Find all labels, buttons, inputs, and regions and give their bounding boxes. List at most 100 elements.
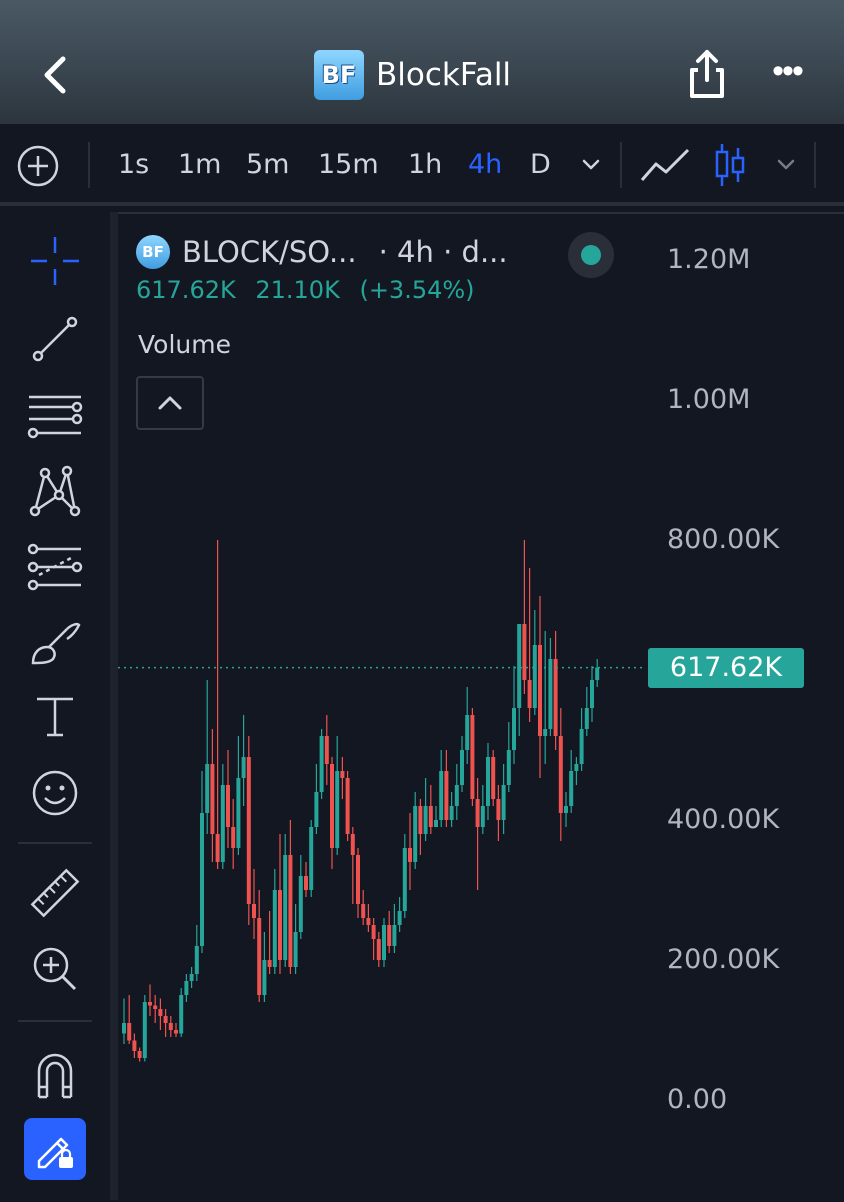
candle xyxy=(548,638,553,736)
tool-brush[interactable] xyxy=(20,608,90,678)
candle-body xyxy=(517,624,522,708)
candle-body xyxy=(408,848,412,862)
chart-panel[interactable]: BF BLOCK/SO... · 4h · d... 617.62K 21.10… xyxy=(118,212,844,1200)
candle-body xyxy=(590,680,594,708)
candle-body xyxy=(194,946,199,974)
chart-type-dropdown[interactable] xyxy=(775,155,797,175)
candle-body xyxy=(423,806,428,834)
candle-body xyxy=(501,785,506,820)
tool-horizontal-lines[interactable] xyxy=(20,380,90,450)
candle-body xyxy=(538,645,542,736)
candle xyxy=(272,869,277,974)
tool-text[interactable] xyxy=(20,682,90,752)
candle xyxy=(288,820,293,974)
interval-1m[interactable]: 1m xyxy=(178,124,221,206)
candlestick-chart[interactable] xyxy=(118,214,844,1202)
candle-body xyxy=(532,645,537,708)
candle xyxy=(319,729,324,799)
interval-1s[interactable]: 1s xyxy=(118,124,149,206)
plus-circle-icon xyxy=(17,145,59,187)
candle-body xyxy=(137,1051,142,1058)
candle-body xyxy=(564,806,568,813)
tool-fib[interactable] xyxy=(20,532,90,602)
volume-indicator-label[interactable]: Volume xyxy=(138,330,231,359)
candle-body xyxy=(387,925,392,946)
candle xyxy=(553,631,558,750)
pattern-icon xyxy=(29,465,81,517)
candle xyxy=(309,820,314,897)
candle xyxy=(491,750,496,806)
candle xyxy=(413,792,418,869)
candle xyxy=(262,932,267,1002)
interval-dropdown[interactable] xyxy=(580,155,602,175)
tool-emoji[interactable] xyxy=(20,758,90,828)
candle xyxy=(376,932,381,967)
magnet-icon xyxy=(37,1053,73,1099)
candle-body xyxy=(376,939,381,960)
candle-body xyxy=(444,771,449,820)
tool-zoom[interactable] xyxy=(20,934,90,1004)
app-title: BlockFall xyxy=(376,57,512,93)
interval-D[interactable]: D xyxy=(530,124,551,206)
candle xyxy=(350,827,355,904)
ruler-icon xyxy=(30,868,80,918)
zoom-in-icon xyxy=(33,947,77,991)
candle-body xyxy=(298,876,303,932)
candle xyxy=(590,666,594,722)
interval-5m[interactable]: 5m xyxy=(246,124,289,206)
app-title-group: BF BlockFall xyxy=(314,50,511,100)
candle xyxy=(226,750,230,848)
candle xyxy=(496,785,501,841)
tool-magnet[interactable] xyxy=(20,1040,90,1110)
interval-15m[interactable]: 15m xyxy=(318,124,379,206)
candle-body xyxy=(434,820,438,827)
candle xyxy=(532,610,537,715)
tool-trend-line[interactable] xyxy=(20,304,90,374)
back-button[interactable] xyxy=(34,50,78,100)
share-button[interactable] xyxy=(686,48,728,100)
candle xyxy=(506,722,511,792)
collapse-indicators-button[interactable] xyxy=(136,376,204,430)
candle-body xyxy=(486,757,490,806)
candle-body xyxy=(189,974,194,981)
interval-1h[interactable]: 1h xyxy=(408,124,442,206)
last-price-tag: 617.62K xyxy=(648,648,804,688)
candle-body xyxy=(278,890,282,960)
more-button[interactable]: ••• xyxy=(764,54,810,92)
candle xyxy=(595,659,600,687)
add-indicator-button[interactable] xyxy=(16,144,60,188)
candle xyxy=(480,785,485,834)
brush-icon xyxy=(31,622,81,665)
tool-crosshair[interactable] xyxy=(20,226,90,296)
chart-type-candles[interactable] xyxy=(712,140,748,190)
symbol-name[interactable]: BLOCK/SO... xyxy=(182,235,357,269)
candle-body xyxy=(356,855,360,904)
candle-body xyxy=(496,799,501,820)
candle-body xyxy=(231,827,236,848)
tool-pattern[interactable] xyxy=(20,456,90,526)
interval-4h[interactable]: 4h xyxy=(468,124,502,206)
market-status[interactable] xyxy=(568,232,614,278)
candle-body xyxy=(366,918,371,925)
candle xyxy=(402,834,407,918)
candle xyxy=(304,862,308,897)
market-status-dot xyxy=(581,245,601,265)
symbol-timeframe: · 4h · d... xyxy=(378,235,508,269)
candle xyxy=(278,834,282,974)
candle xyxy=(501,764,506,834)
candle xyxy=(252,869,256,939)
candle xyxy=(564,792,568,827)
chart-type-line[interactable] xyxy=(640,144,690,186)
tool-ruler[interactable] xyxy=(20,858,90,928)
candle xyxy=(538,596,542,778)
y-tick-label: 1.00M xyxy=(667,384,751,415)
candle-body xyxy=(262,960,267,995)
tool-lock-drawings[interactable] xyxy=(24,1118,86,1180)
candle xyxy=(246,736,251,925)
candle xyxy=(330,757,334,869)
candle-body xyxy=(148,1002,152,1006)
chevron-up-icon xyxy=(158,396,182,410)
candle-body xyxy=(335,771,340,848)
candle xyxy=(574,757,579,785)
drawing-toolbar xyxy=(0,212,110,1200)
